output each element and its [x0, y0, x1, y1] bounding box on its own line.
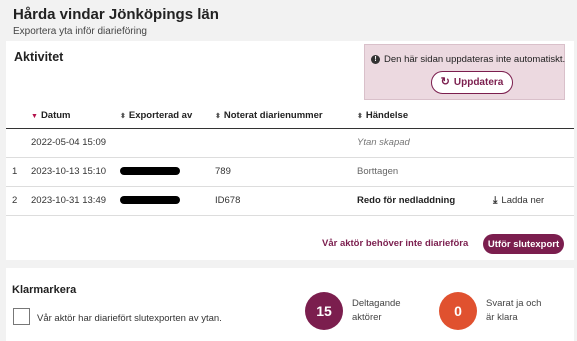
klarmarkera-title: Klarmarkera — [12, 284, 77, 296]
ready-count: 0 — [439, 292, 477, 330]
no-diary-needed-link[interactable]: Vår aktör behöver inte diarieföra — [322, 238, 468, 249]
column-header-exported-by[interactable]: ⬍ Exporterad av — [118, 104, 213, 129]
klarmarkera-panel: Klarmarkera Vår aktör har diariefört slu… — [6, 268, 574, 341]
refresh-icon: ↻ — [440, 76, 450, 88]
activity-table: ▼ Datum ⬍ Exporterad av ⬍ Noterat diarienum… — [6, 104, 574, 216]
download-link[interactable]: ⤓ Ladda ner — [493, 195, 544, 206]
sort-desc-icon: ▼ — [31, 113, 38, 121]
table-row: 2022-05-04 15:09 Ytan skapad — [6, 128, 574, 158]
refresh-notice: ! Den här sidan uppdateras inte automati… — [364, 44, 565, 100]
column-header-diary-number[interactable]: ⬍ Noterat diarienummer — [213, 104, 357, 129]
event-text: Redo för nedladdning — [357, 186, 493, 216]
redacted-name — [120, 167, 180, 176]
download-icon: ⤓ — [493, 195, 498, 206]
sort-icon: ⬍ — [215, 113, 221, 121]
column-header-date[interactable]: ▼ Datum — [25, 104, 118, 129]
ready-stat: 0 Svarat ja och är klara — [439, 292, 546, 330]
checkbox-label: Vår aktör har diariefört slutexporten av… — [37, 313, 222, 324]
participants-count: 15 — [305, 292, 343, 330]
refresh-label: Uppdatera — [453, 77, 504, 88]
activity-title: Aktivitet — [14, 50, 64, 64]
page-subtitle: Exportera yta inför diarieföring — [13, 26, 147, 37]
page-title: Hårda vindar Jönköpings län — [13, 6, 219, 23]
diary-done-checkbox[interactable] — [13, 308, 30, 325]
table-row: 2 2023-10-31 13:49 ID678 Redo för nedlad… — [6, 186, 574, 216]
info-icon: ! — [371, 55, 380, 64]
notice-text: Den här sidan uppdateras inte automatisk… — [384, 54, 566, 65]
final-export-button[interactable]: Utför slutexport — [483, 234, 564, 254]
sort-icon: ⬍ — [357, 113, 363, 121]
event-text: Ytan skapad — [357, 128, 493, 158]
participants-stat: 15 Deltagande aktörer — [305, 292, 412, 330]
activity-panel: Aktivitet ! Den här sidan uppdateras int… — [6, 41, 574, 260]
sort-icon: ⬍ — [120, 113, 126, 121]
column-header-event[interactable]: ⬍ Händelse — [357, 104, 493, 129]
event-text: Borttagen — [357, 157, 493, 187]
redacted-name — [120, 196, 180, 205]
ready-label: Svarat ja och är klara — [486, 298, 542, 323]
participants-label: Deltagande aktörer — [352, 298, 401, 323]
refresh-button[interactable]: ↻ Uppdatera — [431, 71, 513, 94]
table-row: 1 2023-10-13 15:10 789 Borttagen — [6, 157, 574, 187]
